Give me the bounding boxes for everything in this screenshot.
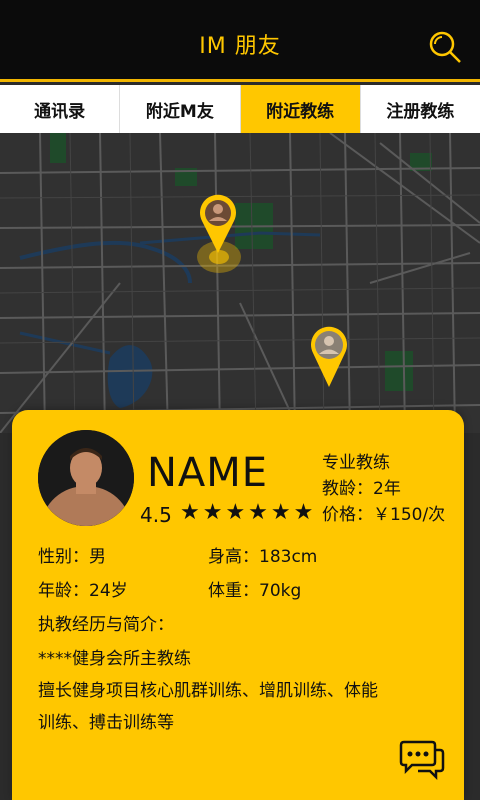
bio-line: ****健身会所主教练 <box>38 649 191 669</box>
bio-line: 擅长健身项目核心肌群训练、增肌训练、体能 <box>38 681 378 701</box>
map-roads <box>0 133 480 433</box>
app-header: IM 朋友 <box>0 0 480 82</box>
tab-nearby-coaches[interactable]: 附近教练 <box>240 85 361 133</box>
search-button[interactable] <box>428 30 462 64</box>
map-view[interactable] <box>0 133 480 433</box>
coach-map-pin[interactable] <box>197 191 239 255</box>
tab-bar: 通讯录 附近M友 附近教练 注册教练 <box>0 85 480 133</box>
coach-title: 专业教练 <box>322 453 390 473</box>
tab-nearby-friends[interactable]: 附近M友 <box>120 85 241 133</box>
page-title: IM 朋友 <box>199 34 281 59</box>
coach-age: 年龄：24岁 <box>38 581 128 601</box>
coach-rating: 4.5 <box>140 503 172 527</box>
search-icon <box>429 31 461 63</box>
coach-profile-card: NAME 4.5 ★★★★★★ 专业教练 教龄：2年 价格：￥150/次 性别：… <box>12 410 464 800</box>
coach-name: NAME <box>147 450 269 496</box>
chat-icon <box>399 740 445 781</box>
bio-heading: 执教经历与简介： <box>38 615 174 635</box>
coach-summary: 专业教练 教龄：2年 价格：￥150/次 <box>322 450 445 528</box>
coach-weight: 体重：70kg <box>208 581 302 601</box>
coach-height: 身高：183cm <box>208 547 318 567</box>
chat-button[interactable] <box>398 740 446 782</box>
tab-contacts[interactable]: 通讯录 <box>0 85 121 133</box>
coach-map-pin[interactable] <box>308 323 350 389</box>
coach-gender: 性别：男 <box>38 547 106 567</box>
tab-register-coach[interactable]: 注册教练 <box>361 85 480 133</box>
rating-stars: ★★★★★★ <box>180 500 317 525</box>
coach-price: 价格：￥150/次 <box>322 505 446 525</box>
coach-avatar[interactable] <box>38 430 134 526</box>
coach-experience: 教龄：2年 <box>322 479 401 499</box>
bio-line: 训练、搏击训练等 <box>38 713 174 733</box>
